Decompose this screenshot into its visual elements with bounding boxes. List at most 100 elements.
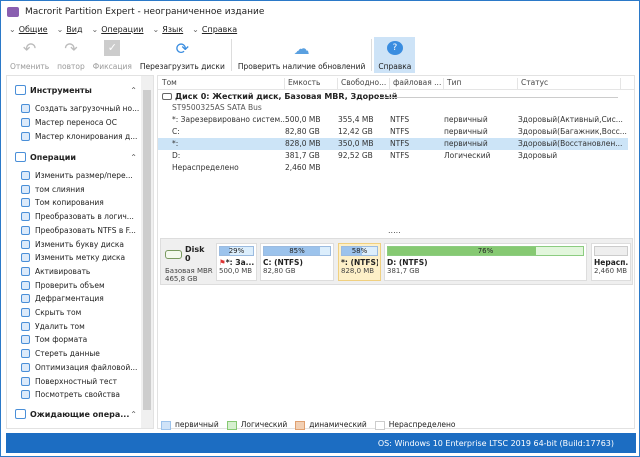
sidebar-scrollbar[interactable] [141, 76, 153, 428]
sidebar-operation-item[interactable]: Изменить размер/пере... [21, 171, 133, 180]
table-cell: *: Зарезервировано систем... [172, 115, 288, 124]
window-title: Macrorit Partition Expert - неограниченн… [25, 7, 265, 17]
operation-icon [21, 171, 30, 180]
col-type[interactable]: Тип [443, 78, 461, 90]
menu-help[interactable]: ⌄ Справка [192, 25, 237, 34]
sidebar-operation-item[interactable]: Скрыть том [21, 308, 81, 317]
toolbar: ↶ Отменить ↷ повтор ✓ Фиксация ⟳ Перезагрузи… [6, 37, 416, 73]
partition-block[interactable]: Нерасп...2,460 MB [591, 243, 631, 281]
table-row[interactable]: D: 381,7 GB 92,52 GB NTFS Логический Здоровый [158, 150, 628, 162]
table-cell: 92,52 GB [338, 151, 373, 160]
undo-icon: ↶ [22, 38, 37, 58]
sidebar-tool-item[interactable]: Мастер переноса ОС [21, 118, 117, 127]
usage-bar: 58% [341, 246, 378, 256]
menu-general[interactable]: ⌄ Общие [9, 25, 48, 34]
sidebar-operation-item[interactable]: Стереть данные [21, 349, 100, 359]
disk-info[interactable]: Disk 0 Базовая MBR 465,8 GB [163, 243, 213, 283]
table-cell: 82,80 GB [285, 127, 320, 136]
table-cell: Здоровый [518, 151, 558, 160]
sidebar-operation-item[interactable]: Поверхностный тест [21, 376, 117, 386]
table-cell: NTFS [390, 151, 410, 160]
table-row[interactable]: *: 828,0 MB 350,0 MB NTFS первичный Здоровый(… [158, 138, 628, 150]
main-panel: Том Емкость Свободно... файловая ... Тип… [157, 75, 635, 429]
sidebar-operation-item[interactable]: Том формата [21, 335, 87, 345]
table-cell: C: [172, 127, 180, 136]
table-cell: 381,7 GB [285, 151, 320, 160]
usage-bar: 29% [219, 246, 254, 256]
undo-button[interactable]: ↶ Отменить [6, 37, 53, 73]
operation-icon [21, 335, 30, 345]
scrollbar-thumb[interactable] [143, 90, 151, 410]
app-window: Macrorit Partition Expert - неограниченн… [0, 0, 640, 457]
tool-icon [21, 104, 30, 113]
cloud-upload-icon: ☁ [293, 38, 310, 58]
flag-icon: ⚑ [219, 258, 226, 267]
table-cell: 12,42 GB [338, 127, 373, 136]
table-cell: D: [172, 151, 181, 160]
menu-language[interactable]: ⌄ Язык [153, 25, 184, 34]
table-cell: Здоровый(Активный,Сис... [518, 115, 623, 124]
app-icon [7, 7, 19, 17]
col-filesystem[interactable]: файловая ... [389, 78, 441, 90]
section-tools[interactable]: Инструменты ⌃ [15, 85, 137, 95]
sidebar-operation-item[interactable]: Том копирования [21, 198, 104, 208]
toolbar-separator [230, 39, 232, 71]
sidebar-operation-item[interactable]: Оптимизация файловой... [21, 362, 137, 372]
help-button[interactable]: ? Справка [374, 37, 416, 73]
reload-disks-button[interactable]: ⟳ Перезагрузить диски [136, 37, 229, 73]
sidebar: Инструменты ⌃ Создать загрузочный но... Ма… [6, 75, 154, 429]
sidebar-operation-item[interactable]: Посмотреть свойства [21, 390, 120, 400]
sidebar-operation-item[interactable]: том слияния [21, 184, 85, 194]
col-free[interactable]: Свободно... [337, 78, 386, 90]
operation-icon [21, 390, 30, 400]
sidebar-operation-item[interactable]: Преобразовать NTFS в F... [21, 225, 136, 235]
disk-bus: ST9500325AS SATA Bus [172, 103, 262, 112]
table-cell: Здоровый(Восстановлен... [518, 139, 623, 148]
pending-list-icon [15, 409, 26, 419]
col-volume[interactable]: Том [159, 78, 177, 90]
table-row[interactable]: Нераспределено 2,460 MB [158, 162, 628, 174]
section-pending[interactable]: Ожидающие опера... ⌃ [15, 409, 137, 419]
partition-block[interactable]: 58% *: (NTFS) 828,0 MB [338, 243, 381, 281]
tool-icon [21, 118, 30, 127]
sidebar-operation-item[interactable]: Проверить объем [21, 280, 105, 290]
col-capacity[interactable]: Емкость [284, 78, 320, 90]
chevron-up-icon[interactable]: ⌃ [130, 410, 137, 419]
col-status[interactable]: Статус [517, 78, 548, 90]
partition-block[interactable]: 76% D: (NTFS) 381,7 GB [384, 243, 587, 281]
usage-bar: 76% [387, 246, 584, 256]
sidebar-operation-item[interactable]: Дефрагментация [21, 294, 104, 304]
splitter-handle[interactable]: ..... [388, 226, 401, 235]
sidebar-tool-item[interactable]: Создать загрузочный но... [21, 104, 139, 113]
operation-icon [21, 308, 30, 317]
operation-icon [21, 362, 30, 372]
table-cell: Логический [444, 151, 491, 160]
partition-block[interactable]: 85% C: (NTFS) 82,80 GB [260, 243, 334, 281]
sidebar-operation-item[interactable]: Активировать [21, 266, 90, 276]
check-updates-button[interactable]: ☁ Проверить наличие обновлений [234, 37, 370, 73]
table-cell: первичный [444, 139, 488, 148]
disk-group-header[interactable]: Диск 0: Жесткий диск, Базовая MBR, Здоро… [162, 92, 397, 101]
help-icon: ? [384, 39, 406, 57]
menu-operations[interactable]: ⌄ Операции [92, 25, 144, 34]
hard-disk-icon [165, 249, 182, 259]
chevron-up-icon[interactable]: ⌃ [130, 153, 137, 162]
sidebar-tool-item[interactable]: Мастер клонирования д... [21, 132, 137, 141]
toolbar-separator [371, 39, 373, 71]
usage-bar [594, 246, 628, 256]
sidebar-operation-item[interactable]: Изменить букву диска [21, 239, 124, 249]
operation-icon [21, 280, 30, 290]
redo-button[interactable]: ↷ повтор [53, 37, 89, 73]
operation-icon [21, 184, 30, 194]
table-row[interactable]: C: 82,80 GB 12,42 GB NTFS первичный Здоровый(… [158, 126, 628, 138]
commit-button[interactable]: ✓ Фиксация [89, 37, 136, 73]
chevron-up-icon[interactable]: ⌃ [130, 86, 137, 95]
sidebar-operation-item[interactable]: Преобразовать в логич... [21, 212, 134, 222]
section-operations[interactable]: Операции ⌃ [15, 152, 137, 162]
partition-block[interactable]: 29% ⚑*: За... 500,0 MB [216, 243, 257, 281]
sidebar-operation-item[interactable]: Удалить том [21, 321, 85, 331]
menu-view[interactable]: ⌄ Вид [57, 25, 83, 34]
sidebar-operation-item[interactable]: Изменить метку диска [21, 253, 125, 263]
table-row[interactable]: *: Зарезервировано систем... 500,0 MB 355,… [158, 114, 628, 126]
title-bar: Macrorit Partition Expert - неограниченн… [1, 1, 639, 23]
